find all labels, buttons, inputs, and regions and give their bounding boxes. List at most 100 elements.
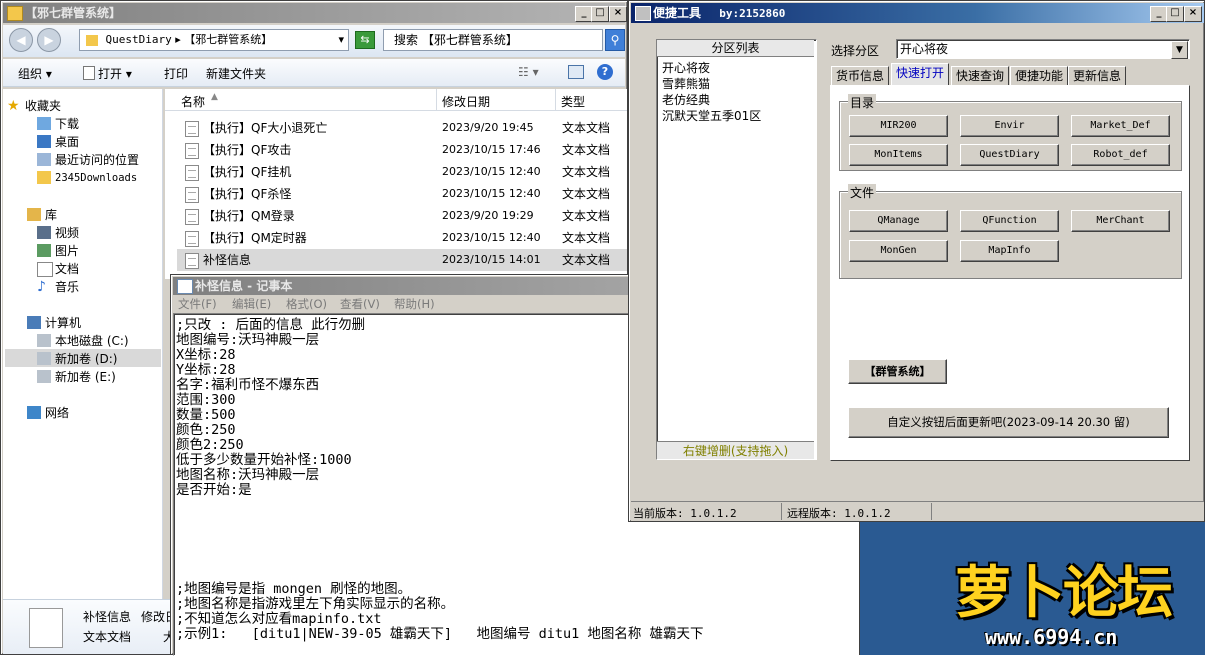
preview-pane-icon[interactable] — [568, 65, 584, 79]
zone-select[interactable]: 开心将夜 ▼ — [896, 39, 1190, 59]
view-options-icon[interactable]: ☷ ▾ — [518, 65, 539, 79]
watermark-title: 萝卜论坛 — [955, 561, 1173, 626]
group-system-button[interactable]: 【群管系统】 — [848, 359, 947, 384]
open-questdiary-button[interactable]: QuestDiary — [960, 144, 1059, 166]
custom-button[interactable]: 自定义按钮后面更新吧(2023-09-14 20.30 留) — [848, 407, 1169, 438]
open-mapinfo-button[interactable]: MapInfo — [960, 240, 1059, 262]
open-market-def-button[interactable]: Market_Def — [1071, 115, 1170, 137]
explorer-titlebar[interactable]: 【邪七群管系统】 _ □ × — [3, 3, 627, 23]
nav-documents[interactable]: 文档 — [37, 260, 79, 278]
text-file-icon — [185, 231, 199, 247]
zone-select-value: 开心将夜 — [900, 42, 949, 56]
nav-downloads[interactable]: 下载 — [37, 115, 79, 133]
open-merchant-button[interactable]: MerChant — [1071, 210, 1170, 232]
open-button[interactable]: 打开 ▾ — [83, 65, 132, 82]
file-row-selected[interactable]: 补怪信息 2023/10/15 14:01 文本文档 — [177, 249, 627, 271]
organize-button[interactable]: 组织 ▾ — [18, 65, 52, 82]
open-qmanage-button[interactable]: QManage — [849, 210, 948, 232]
file-row[interactable]: 【执行】QM登录 2023/9/20 19:29 文本文档 — [177, 205, 627, 227]
nav-drive-c[interactable]: 本地磁盘 (C:) — [37, 332, 129, 350]
music-icon: ♪ — [37, 279, 46, 295]
notepad-icon — [177, 279, 193, 294]
nav-library[interactable]: 库 — [27, 206, 57, 224]
close-button[interactable]: × — [1184, 6, 1202, 22]
tab-panel: 目录 文件 — [830, 85, 1190, 461]
tab-quick-open[interactable]: 快速打开 — [891, 63, 950, 86]
chevron-down-icon[interactable]: ▾ — [338, 30, 344, 50]
status-bar: 当前版本: 1.0.1.2 远程版本: 1.0.1.2 — [631, 501, 1204, 521]
tool-window: 便捷工具 by:2152860 _ □ × 分区列表 开心将夜 雪葬熊猫 老仿经… — [628, 0, 1205, 522]
select-zone-label: 选择分区 — [831, 44, 880, 58]
menu-format[interactable]: 格式(O) — [286, 295, 327, 313]
file-row[interactable]: 【执行】QF大小退死亡 2023/9/20 19:45 文本文档 — [177, 117, 627, 139]
help-icon[interactable]: ? — [597, 64, 613, 80]
nav-music[interactable]: ♪ 音乐 — [37, 278, 79, 296]
zone-item[interactable]: 开心将夜 — [662, 59, 710, 76]
zone-list-footer: 右键增删(支持拖入) — [657, 441, 814, 459]
open-qfunction-button[interactable]: QFunction — [960, 210, 1059, 232]
file-row[interactable]: 【执行】QF杀怪 2023/10/15 12:40 文本文档 — [177, 183, 627, 205]
maximize-button[interactable]: □ — [591, 6, 609, 22]
file-row[interactable]: 【执行】QM定时器 2023/10/15 12:40 文本文档 — [177, 227, 627, 249]
close-button[interactable]: × — [609, 6, 627, 22]
nav-pictures[interactable]: 图片 — [37, 242, 79, 260]
text-line: ;示例1: [ditu1|NEW-39-05 雄霸天下] 地图编号 ditu1 … — [176, 626, 704, 642]
nav-computer[interactable]: 计算机 — [27, 314, 81, 332]
zone-item[interactable]: 沉默天堂五季01区 — [662, 107, 761, 124]
library-icon — [27, 208, 41, 221]
column-name[interactable]: 名称 — [181, 93, 205, 110]
nav-drive-d[interactable]: 新加卷 (D:) — [37, 350, 117, 368]
open-envir-button[interactable]: Envir — [960, 115, 1059, 137]
search-input[interactable]: 搜索 【邪七群管系统】 — [383, 29, 603, 51]
nav-2345downloads[interactable]: 2345Downloads — [37, 169, 137, 187]
nav-favorites[interactable]: ★ 收藏夹 — [7, 97, 61, 115]
nav-network[interactable]: 网络 — [27, 404, 69, 422]
open-robot-def-button[interactable]: Robot_def — [1071, 144, 1170, 166]
file-row[interactable]: 【执行】QF挂机 2023/10/15 12:40 文本文档 — [177, 161, 627, 183]
chevron-down-icon[interactable]: ▼ — [1171, 41, 1188, 59]
tab-quick-query[interactable]: 快速查询 — [951, 66, 1010, 86]
tab-update-info[interactable]: 更新信息 — [1068, 66, 1127, 86]
column-type[interactable]: 类型 — [561, 93, 585, 110]
download-folder-icon — [37, 117, 51, 130]
dir-group-label: 目录 — [848, 94, 877, 111]
address-segment-1[interactable]: QuestDiary — [106, 33, 172, 46]
tool-titlebar[interactable]: 便捷工具 by:2152860 _ □ × — [631, 3, 1204, 23]
open-mongen-button[interactable]: MonGen — [849, 240, 948, 262]
text-file-icon — [185, 253, 199, 269]
menu-file[interactable]: 文件(F) — [178, 295, 217, 313]
nav-videos[interactable]: 视频 — [37, 224, 79, 242]
open-mir200-button[interactable]: MIR200 — [849, 115, 948, 137]
search-icon[interactable]: ⚲ — [605, 29, 625, 51]
print-button[interactable]: 打印 — [164, 65, 188, 82]
nav-drive-e[interactable]: 新加卷 (E:) — [37, 368, 116, 386]
file-group-label: 文件 — [848, 184, 877, 201]
search-placeholder: 搜索 【邪七群管系统】 — [394, 33, 518, 47]
menu-edit[interactable]: 编辑(E) — [232, 295, 271, 313]
zone-item[interactable]: 老仿经典 — [662, 91, 710, 108]
file-row[interactable]: 【执行】QF攻击 2023/10/15 17:46 文本文档 — [177, 139, 627, 161]
menu-help[interactable]: 帮助(H) — [394, 295, 435, 313]
maximize-button[interactable]: □ — [1166, 6, 1184, 22]
refresh-button[interactable]: ⇆ — [355, 31, 375, 49]
tool-author: by:2152860 — [719, 7, 786, 20]
open-monitems-button[interactable]: MonItems — [849, 144, 948, 166]
zone-list[interactable]: 分区列表 开心将夜 雪葬熊猫 老仿经典 沉默天堂五季01区 右键增删(支持拖入) — [656, 39, 817, 460]
forward-button[interactable]: ▶ — [37, 28, 61, 52]
nav-desktop[interactable]: 桌面 — [37, 133, 79, 151]
recent-places-icon — [37, 153, 51, 166]
menu-view[interactable]: 查看(V) — [340, 295, 380, 313]
chevron-right-icon: ▸ — [175, 33, 185, 46]
details-type: 文本文档 — [83, 630, 132, 644]
new-folder-button[interactable]: 新建文件夹 — [206, 65, 266, 82]
nav-recent[interactable]: 最近访问的位置 — [37, 151, 139, 169]
watermark-url: www.6994.cn — [985, 625, 1118, 649]
address-bar[interactable]: QuestDiary ▸ 【邪七群管系统】 ▾ — [79, 29, 349, 51]
zone-item[interactable]: 雪葬熊猫 — [662, 75, 710, 92]
address-segment-2[interactable]: 【邪七群管系统】 — [184, 33, 272, 46]
star-icon: ★ — [7, 98, 20, 114]
back-button[interactable]: ◀ — [9, 28, 33, 52]
tab-currency[interactable]: 货币信息 — [831, 66, 890, 86]
tab-convenience[interactable]: 便捷功能 — [1010, 66, 1069, 86]
column-date[interactable]: 修改日期 — [442, 93, 490, 110]
